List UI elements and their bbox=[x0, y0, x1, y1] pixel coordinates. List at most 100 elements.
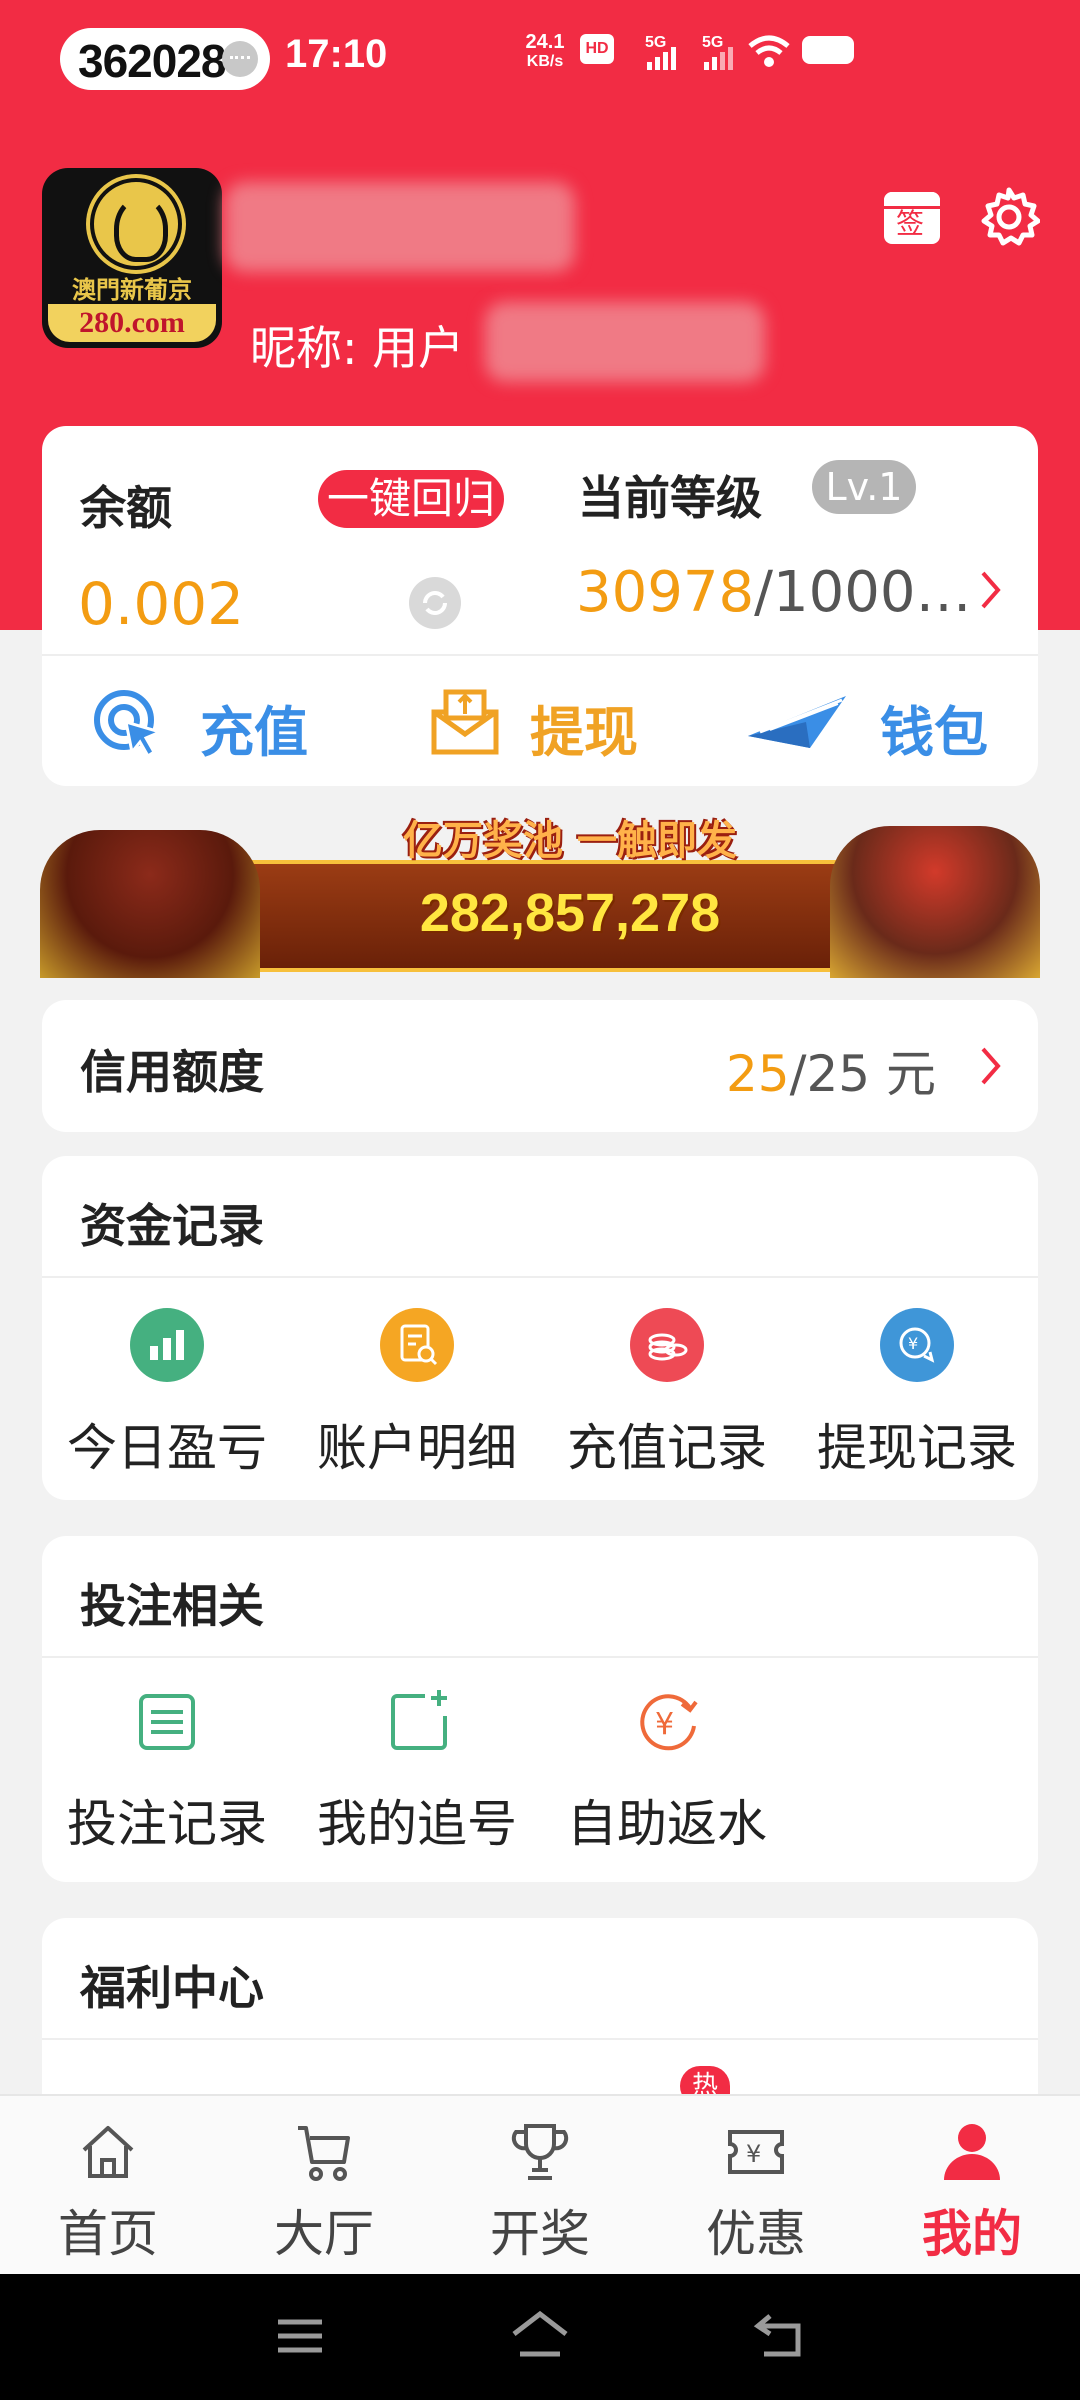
wifi-icon bbox=[748, 35, 790, 67]
wallet-plane-icon bbox=[748, 696, 846, 748]
tab-mine[interactable]: 我的 bbox=[864, 2096, 1080, 2276]
level-progress[interactable]: 30978/1000… bbox=[576, 560, 972, 625]
king-character-image bbox=[830, 826, 1040, 978]
signal-icon: 5G bbox=[645, 30, 676, 70]
credit-used: 25 bbox=[726, 1045, 790, 1103]
tab-promotions[interactable]: ¥ 优惠 bbox=[648, 2096, 864, 2276]
tab-lobby-label: 大厅 bbox=[274, 2205, 374, 2263]
logo-emblem-icon bbox=[90, 178, 182, 270]
nickname-label: 昵称: 用户 bbox=[250, 321, 465, 375]
level-current: 30978 bbox=[576, 560, 755, 625]
jackpot-banner[interactable]: 亿万奖池 一触即发 282,857,278 bbox=[40, 806, 1040, 978]
section-divider bbox=[42, 2038, 1038, 2040]
hd-voice-icon: HD bbox=[580, 34, 614, 64]
tab-lottery[interactable]: 开奖 bbox=[432, 2096, 648, 2276]
account-details-label: 账户明细 bbox=[317, 1419, 517, 1477]
yuan-refresh-icon: ¥ bbox=[640, 1694, 698, 1751]
back-icon[interactable] bbox=[752, 2310, 808, 2360]
section-divider bbox=[42, 1656, 1038, 1658]
coins-icon bbox=[630, 1308, 704, 1382]
welfare-title: 福利中心 bbox=[80, 1961, 264, 2015]
bottom-tab-bar: 首页 大厅 开奖 ¥ 优惠 我的 bbox=[0, 2094, 1080, 2276]
deposit-cursor-icon bbox=[94, 690, 165, 759]
tab-lobby[interactable]: 大厅 bbox=[216, 2096, 432, 2276]
system-navigation-bar bbox=[0, 2274, 1080, 2400]
deposit-records-item[interactable]: 充值记录 bbox=[542, 1300, 792, 1480]
credit-total: /25 元 bbox=[789, 1045, 936, 1103]
signal-icon-2: 5G bbox=[702, 30, 733, 70]
coupon-icon: ¥ bbox=[728, 2130, 784, 2174]
deposit-label: 充值 bbox=[200, 701, 308, 764]
card-divider bbox=[42, 654, 1038, 656]
app-logo: 澳門新葡京 280.com bbox=[42, 168, 222, 348]
one-key-return-button[interactable]: 一键回归 bbox=[318, 470, 504, 528]
redacted-username bbox=[225, 182, 575, 272]
net-speed-value: 24.1 bbox=[525, 31, 565, 53]
level-label: 当前等级 bbox=[578, 471, 762, 525]
chat-bubble-icon bbox=[222, 41, 258, 77]
list-document-icon bbox=[139, 1694, 195, 1750]
today-profit-item[interactable]: 今日盈亏 bbox=[42, 1300, 292, 1480]
tab-lottery-label: 开奖 bbox=[490, 2205, 590, 2263]
betting-title: 投注相关 bbox=[80, 1579, 264, 1633]
battery-icon bbox=[802, 36, 854, 64]
checkin-text: 签 bbox=[896, 207, 925, 240]
my-chase-label: 我的追号 bbox=[317, 1795, 517, 1853]
balance-value: 0.002 bbox=[78, 570, 245, 638]
cart-icon bbox=[298, 2126, 350, 2181]
withdraw-records-label: 提现记录 bbox=[817, 1419, 1017, 1477]
welfare-card bbox=[42, 1918, 1038, 2118]
carrier-number: 362028 bbox=[78, 35, 226, 87]
tab-home[interactable]: 首页 bbox=[0, 2096, 216, 2276]
withdraw-button[interactable]: 提现 bbox=[430, 660, 670, 770]
self-rebate-label: 自助返水 bbox=[567, 1795, 767, 1853]
section-divider bbox=[42, 1276, 1038, 1278]
pirate-character-image bbox=[40, 830, 260, 978]
deposit-records-label: 充值记录 bbox=[567, 1419, 767, 1477]
net-speed: 24.1 KB/s bbox=[520, 32, 570, 72]
svg-text:¥: ¥ bbox=[746, 2140, 761, 2168]
net-speed-unit: KB/s bbox=[526, 53, 564, 70]
logo-title: 澳門新葡京 bbox=[72, 275, 192, 304]
my-chase-item[interactable]: 我的追号 bbox=[292, 1686, 542, 1856]
level-chevron-right-icon[interactable] bbox=[980, 570, 1002, 610]
tab-home-label: 首页 bbox=[58, 2205, 158, 2263]
menu-icon[interactable] bbox=[272, 2314, 328, 2358]
level-badge: Lv.1 bbox=[812, 460, 916, 514]
add-square-icon bbox=[391, 1690, 447, 1750]
document-search-icon bbox=[380, 1308, 454, 1382]
bet-records-item[interactable]: 投注记录 bbox=[42, 1686, 292, 1856]
redacted-nickname bbox=[485, 302, 765, 382]
withdraw-envelope-icon bbox=[431, 689, 499, 755]
wallet-button[interactable]: 钱包 bbox=[746, 660, 1006, 770]
credit-chevron-right-icon[interactable] bbox=[980, 1046, 1002, 1086]
banner-headline: 亿万奖池 一触即发 bbox=[403, 818, 737, 864]
bar-chart-icon bbox=[130, 1308, 204, 1382]
fund-records-title: 资金记录 bbox=[80, 1199, 264, 1253]
carrier-pill: 362028 bbox=[60, 28, 270, 90]
account-details-item[interactable]: 账户明细 bbox=[292, 1300, 542, 1480]
today-profit-label: 今日盈亏 bbox=[67, 1419, 267, 1477]
self-rebate-item[interactable]: ¥ 自助返水 bbox=[542, 1686, 792, 1856]
withdraw-records-item[interactable]: ¥ 提现记录 bbox=[792, 1300, 1042, 1480]
settings-gear-icon[interactable] bbox=[978, 186, 1040, 248]
credit-label: 信用额度 bbox=[80, 1045, 264, 1099]
withdraw-label: 提现 bbox=[530, 701, 638, 764]
home-nav-icon[interactable] bbox=[508, 2308, 572, 2360]
svg-text:¥: ¥ bbox=[908, 1334, 918, 1353]
deposit-button[interactable]: 充值 bbox=[90, 660, 330, 770]
home-icon bbox=[82, 2126, 134, 2178]
refresh-balance-icon[interactable] bbox=[408, 576, 462, 630]
bet-records-label: 投注记录 bbox=[67, 1795, 267, 1853]
status-time: 17:10 bbox=[285, 32, 388, 76]
tab-promotions-label: 优惠 bbox=[706, 2205, 806, 2263]
logo-site: 280.com bbox=[48, 304, 216, 342]
jackpot-amount: 282,857,278 bbox=[419, 883, 721, 943]
credit-value: 25/25 元 bbox=[726, 1034, 936, 1106]
checkin-calendar-icon[interactable]: 签 bbox=[884, 186, 946, 248]
yuan-exchange-icon: ¥ bbox=[880, 1308, 954, 1382]
svg-text:¥: ¥ bbox=[655, 1707, 674, 1742]
trophy-icon bbox=[511, 2124, 569, 2180]
tab-mine-label: 我的 bbox=[922, 2205, 1022, 2263]
level-target: /1000… bbox=[754, 560, 972, 625]
